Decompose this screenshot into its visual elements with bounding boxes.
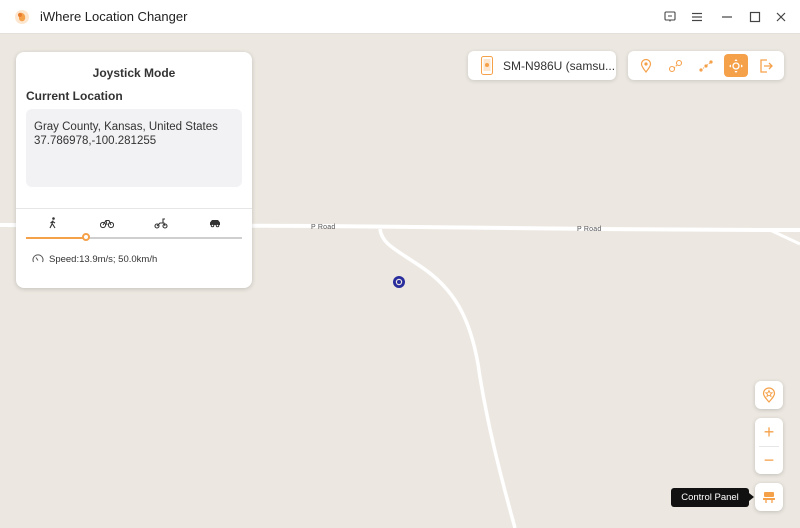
zoom-in-button[interactable]: + — [755, 418, 783, 446]
minimize-icon[interactable] — [717, 7, 737, 27]
phone-icon — [481, 56, 493, 75]
device-selector[interactable]: SM-N986U (samsu... — [468, 51, 616, 80]
road-label: P Road — [577, 226, 602, 233]
location-marker-icon[interactable] — [392, 275, 406, 289]
speedometer-icon — [32, 254, 44, 263]
teleport-icon[interactable] — [634, 54, 658, 77]
exit-icon[interactable] — [754, 54, 778, 77]
control-panel-button[interactable] — [755, 483, 783, 511]
speed-slider-fill — [26, 237, 86, 239]
car-icon[interactable] — [207, 216, 223, 230]
location-address: Gray County, Kansas, United States — [34, 121, 218, 133]
mode-toolbar — [628, 51, 784, 80]
speed-text: Speed:13.9m/s; 50.0km/h — [49, 254, 158, 265]
control-panel-icon — [763, 492, 775, 503]
app-logo-icon — [15, 10, 29, 24]
divider — [16, 208, 252, 209]
location-coordinates: 37.786978,-100.281255 — [34, 135, 157, 147]
star-pin-icon — [762, 387, 776, 403]
zoom-controls: + − — [755, 418, 783, 474]
road-label: P Road — [311, 224, 336, 231]
feedback-icon[interactable] — [660, 7, 680, 27]
walk-icon[interactable] — [45, 216, 61, 230]
device-name: SM-N986U (samsu... — [503, 59, 616, 73]
favorites-button[interactable] — [755, 381, 783, 409]
bike-icon[interactable] — [99, 216, 115, 230]
moped-icon[interactable] — [153, 216, 169, 230]
speed-slider[interactable] — [26, 233, 242, 241]
app-title: iWhere Location Changer — [40, 9, 188, 24]
one-stop-icon[interactable] — [664, 54, 688, 77]
panel-title: Joystick Mode — [92, 66, 176, 80]
title-bar: iWhere Location Changer — [0, 0, 800, 34]
joystick-icon[interactable] — [724, 54, 748, 77]
maximize-icon[interactable] — [745, 7, 765, 27]
close-icon[interactable] — [771, 7, 791, 27]
location-info-box: Gray County, Kansas, United States 37.78… — [26, 109, 242, 187]
current-location-label: Current Location — [26, 89, 123, 103]
multi-stop-icon[interactable] — [694, 54, 718, 77]
control-panel-tooltip: Control Panel — [671, 488, 754, 507]
zoom-out-button[interactable]: − — [755, 446, 783, 474]
joystick-panel: Joystick Mode Current Location Gray Coun… — [16, 52, 252, 288]
speed-slider-thumb[interactable] — [82, 233, 90, 241]
menu-icon[interactable] — [687, 7, 707, 27]
